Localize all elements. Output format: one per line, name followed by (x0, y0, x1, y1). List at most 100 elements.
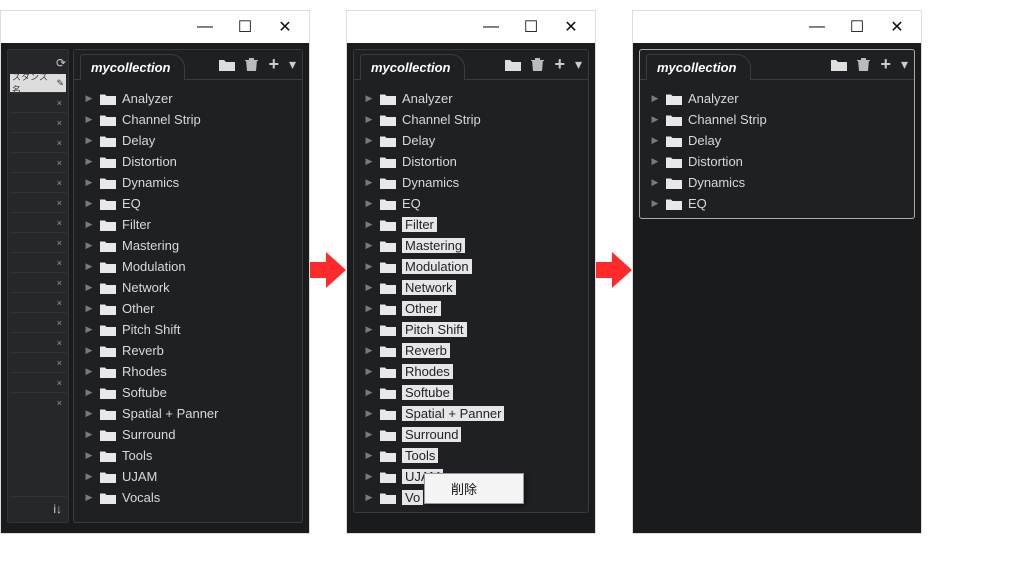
folder-item[interactable]: ▶Spatial + Panner (84, 403, 298, 424)
disclosure-triangle-icon[interactable]: ▶ (84, 135, 94, 146)
info-icon[interactable]: i↓ (53, 502, 62, 516)
folder-item[interactable]: ▶Dynamics (84, 172, 298, 193)
folder-item[interactable]: ▶Distortion (650, 151, 910, 172)
expand-icon[interactable]: ▾ (289, 56, 296, 73)
folder-item[interactable]: ▶Channel Strip (84, 109, 298, 130)
folder-item[interactable]: ▶Mastering (84, 235, 298, 256)
close-button[interactable]: ✕ (265, 11, 305, 43)
context-menu-delete[interactable]: 削除 (425, 476, 523, 501)
folder-item[interactable]: ▶Softube (84, 382, 298, 403)
folder-item[interactable]: ▶Channel Strip (364, 109, 584, 130)
disclosure-triangle-icon[interactable]: ▶ (364, 177, 374, 188)
sidebar-info[interactable]: i↓ (10, 496, 66, 520)
disclosure-triangle-icon[interactable]: ▶ (84, 198, 94, 209)
trash-icon[interactable] (857, 57, 870, 72)
disclosure-triangle-icon[interactable]: ▶ (84, 219, 94, 230)
close-button[interactable]: ✕ (551, 11, 591, 43)
folder-item[interactable]: ▶Mastering (364, 235, 584, 256)
folder-item[interactable]: ▶Dynamics (650, 172, 910, 193)
disclosure-triangle-icon[interactable]: ▶ (84, 261, 94, 272)
folder-item[interactable]: ▶Rhodes (364, 361, 584, 382)
folder-item[interactable]: ▶Tools (84, 445, 298, 466)
folder-icon[interactable] (219, 58, 235, 71)
minimize-button[interactable]: — (471, 11, 511, 43)
folder-item[interactable]: ▶Delay (650, 130, 910, 151)
add-icon[interactable]: + (268, 54, 279, 75)
folder-item[interactable]: ▶Other (84, 298, 298, 319)
folder-item[interactable]: ▶Pitch Shift (84, 319, 298, 340)
disclosure-triangle-icon[interactable]: ▶ (84, 324, 94, 335)
tab-mycollection[interactable]: mycollection (80, 54, 185, 80)
disclosure-triangle-icon[interactable]: ▶ (84, 156, 94, 167)
folder-item[interactable]: ▶Analyzer (364, 88, 584, 109)
close-button[interactable]: ✕ (877, 11, 917, 43)
disclosure-triangle-icon[interactable]: ▶ (650, 135, 660, 146)
folder-item[interactable]: ▶Reverb (364, 340, 584, 361)
tab-mycollection[interactable]: mycollection (360, 54, 465, 80)
folder-item[interactable]: ▶Delay (364, 130, 584, 151)
folder-item[interactable]: ▶Modulation (84, 256, 298, 277)
tab-mycollection[interactable]: mycollection (646, 54, 751, 80)
disclosure-triangle-icon[interactable]: ▶ (650, 114, 660, 125)
folder-item[interactable]: ▶Spatial + Panner (364, 403, 584, 424)
disclosure-triangle-icon[interactable]: ▶ (84, 303, 94, 314)
disclosure-triangle-icon[interactable]: ▶ (84, 471, 94, 482)
disclosure-triangle-icon[interactable]: ▶ (650, 177, 660, 188)
disclosure-triangle-icon[interactable]: ▶ (84, 240, 94, 251)
folder-item[interactable]: ▶EQ (650, 193, 910, 214)
folder-item[interactable]: ▶Channel Strip (650, 109, 910, 130)
folder-item[interactable]: ▶Surround (84, 424, 298, 445)
disclosure-triangle-icon[interactable]: ▶ (364, 387, 374, 398)
folder-item[interactable]: ▶Network (84, 277, 298, 298)
folder-item[interactable]: ▶Distortion (84, 151, 298, 172)
folder-item[interactable]: ▶Softube (364, 382, 584, 403)
disclosure-triangle-icon[interactable]: ▶ (84, 93, 94, 104)
disclosure-triangle-icon[interactable]: ▶ (364, 450, 374, 461)
disclosure-triangle-icon[interactable]: ▶ (364, 303, 374, 314)
disclosure-triangle-icon[interactable]: ▶ (364, 408, 374, 419)
disclosure-triangle-icon[interactable]: ▶ (84, 114, 94, 125)
folder-icon[interactable] (831, 58, 847, 71)
minimize-button[interactable]: — (185, 11, 225, 43)
folder-item[interactable]: ▶Delay (84, 130, 298, 151)
disclosure-triangle-icon[interactable]: ▶ (364, 324, 374, 335)
disclosure-triangle-icon[interactable]: ▶ (364, 429, 374, 440)
folder-item[interactable]: ▶Filter (84, 214, 298, 235)
folder-item[interactable]: ▶Modulation (364, 256, 584, 277)
disclosure-triangle-icon[interactable]: ▶ (650, 156, 660, 167)
disclosure-triangle-icon[interactable]: ▶ (84, 492, 94, 503)
disclosure-triangle-icon[interactable]: ▶ (364, 492, 374, 503)
disclosure-triangle-icon[interactable]: ▶ (364, 198, 374, 209)
disclosure-triangle-icon[interactable]: ▶ (364, 261, 374, 272)
folder-icon[interactable] (505, 58, 521, 71)
disclosure-triangle-icon[interactable]: ▶ (364, 156, 374, 167)
folder-item[interactable]: ▶Pitch Shift (364, 319, 584, 340)
folder-item[interactable]: ▶Reverb (84, 340, 298, 361)
trash-icon[interactable] (245, 57, 258, 72)
disclosure-triangle-icon[interactable]: ▶ (364, 219, 374, 230)
disclosure-triangle-icon[interactable]: ▶ (364, 240, 374, 251)
edit-icon[interactable]: ✎ (56, 78, 64, 89)
folder-item[interactable]: ▶Filter (364, 214, 584, 235)
disclosure-triangle-icon[interactable]: ▶ (84, 429, 94, 440)
disclosure-triangle-icon[interactable]: ▶ (84, 177, 94, 188)
disclosure-triangle-icon[interactable]: ▶ (364, 93, 374, 104)
disclosure-triangle-icon[interactable]: ▶ (650, 198, 660, 209)
maximize-button[interactable]: ☐ (511, 11, 551, 43)
folder-item[interactable]: ▶Other (364, 298, 584, 319)
expand-icon[interactable]: ▾ (901, 56, 908, 73)
disclosure-triangle-icon[interactable]: ▶ (364, 366, 374, 377)
disclosure-triangle-icon[interactable]: ▶ (84, 387, 94, 398)
disclosure-triangle-icon[interactable]: ▶ (84, 408, 94, 419)
disclosure-triangle-icon[interactable]: ▶ (84, 345, 94, 356)
maximize-button[interactable]: ☐ (225, 11, 265, 43)
expand-icon[interactable]: ▾ (575, 56, 582, 73)
disclosure-triangle-icon[interactable]: ▶ (364, 114, 374, 125)
folder-item[interactable]: ▶Dynamics (364, 172, 584, 193)
disclosure-triangle-icon[interactable]: ▶ (650, 93, 660, 104)
trash-icon[interactable] (531, 57, 544, 72)
maximize-button[interactable]: ☐ (837, 11, 877, 43)
folder-item[interactable]: ▶Tools (364, 445, 584, 466)
disclosure-triangle-icon[interactable]: ▶ (364, 135, 374, 146)
disclosure-triangle-icon[interactable]: ▶ (364, 345, 374, 356)
